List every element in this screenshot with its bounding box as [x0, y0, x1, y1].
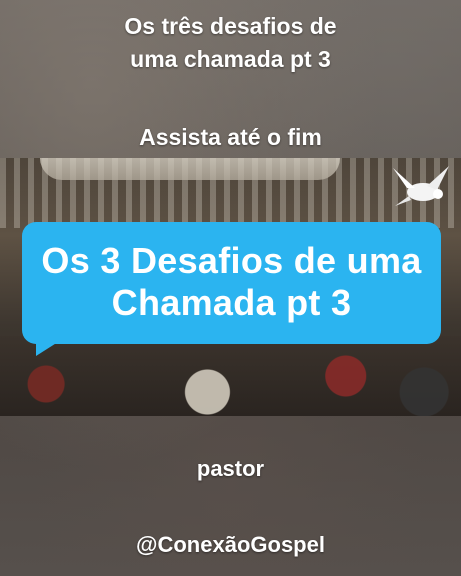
video-crowd-bottom	[0, 336, 461, 416]
title-bubble-line2: Chamada pt 3	[111, 282, 352, 323]
title-bubble: Os 3 Desafios de uma Chamada pt 3	[22, 222, 441, 356]
title-bubble-line1: Os 3 Desafios de uma	[41, 240, 422, 281]
top-caption-line2: uma chamada pt 3	[130, 46, 331, 72]
top-caption-line1: Os três desafios de	[124, 13, 337, 39]
title-bubble-text: Os 3 Desafios de uma Chamada pt 3	[22, 240, 441, 324]
watch-caption: Assista até o fim	[139, 124, 322, 150]
top-caption: Os três desafios de uma chamada pt 3	[0, 10, 461, 76]
pastor-caption: pastor	[196, 456, 265, 481]
video-tent	[40, 158, 340, 180]
handle-caption[interactable]: @ConexãoGospel	[0, 528, 461, 561]
dove-icon	[393, 166, 449, 206]
